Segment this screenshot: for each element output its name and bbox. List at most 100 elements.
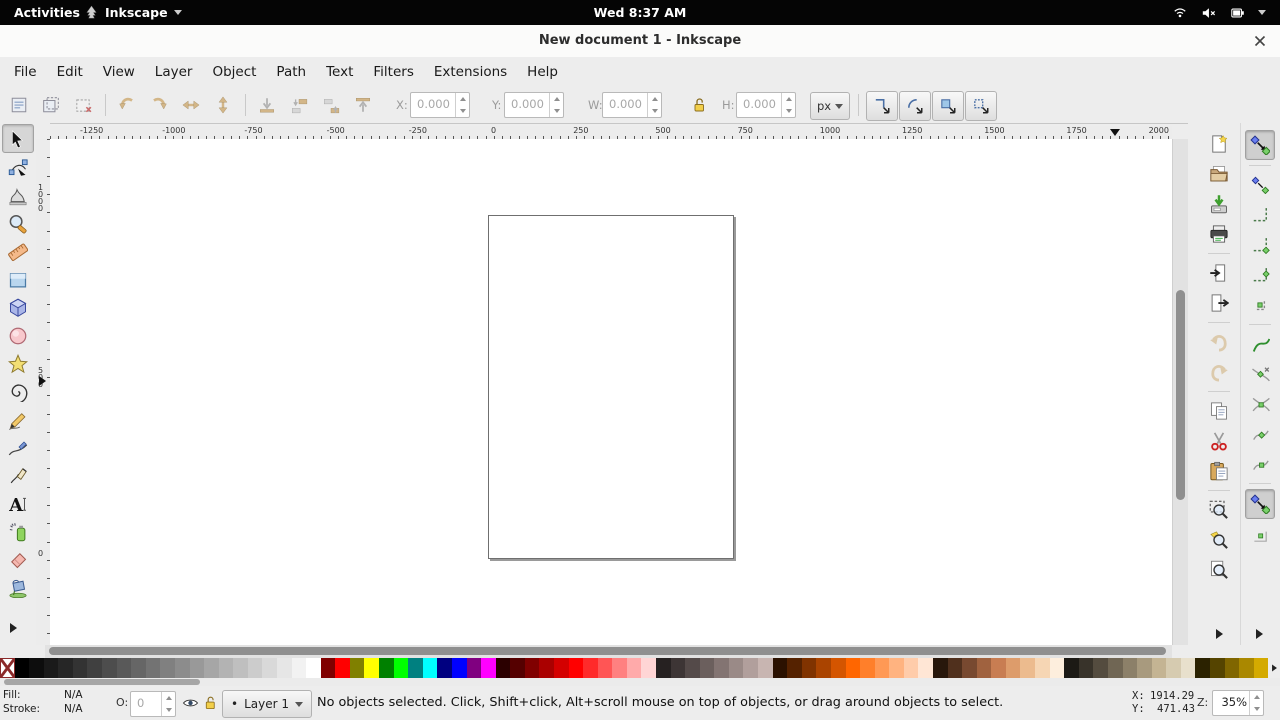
- palette-swatch[interactable]: [729, 658, 744, 678]
- palette-swatch[interactable]: [160, 658, 175, 678]
- snap-bbox-centers-button[interactable]: [1246, 291, 1274, 319]
- palette-swatch[interactable]: [1064, 658, 1079, 678]
- palette-swatch[interactable]: [875, 658, 890, 678]
- layer-lock-icon[interactable]: [203, 695, 218, 711]
- palette-swatch[interactable]: [510, 658, 525, 678]
- palette-swatch[interactable]: [73, 658, 88, 678]
- document-open-button[interactable]: [1205, 160, 1233, 188]
- affect-corners-toggle-button[interactable]: [899, 91, 931, 121]
- copy-button[interactable]: [1205, 397, 1233, 425]
- palette-swatch[interactable]: [889, 658, 904, 678]
- layer-selector-dropdown[interactable]: • Layer 1: [222, 690, 312, 718]
- opacity-spinner[interactable]: [161, 692, 175, 716]
- menu-extensions[interactable]: Extensions: [424, 57, 517, 88]
- palette-swatch[interactable]: [146, 658, 161, 678]
- tool-calligraphy-button[interactable]: [3, 462, 33, 489]
- zoom-page-button[interactable]: [1205, 556, 1233, 584]
- palette-swatch[interactable]: [598, 658, 613, 678]
- vertical-scrollbar[interactable]: [1172, 139, 1189, 645]
- import-button[interactable]: [1205, 259, 1233, 287]
- palette-swatch[interactable]: [554, 658, 569, 678]
- tool-spray-button[interactable]: [3, 518, 33, 545]
- spinner-buttons[interactable]: [455, 93, 469, 117]
- palette-swatch[interactable]: [190, 658, 205, 678]
- tool-measure-button[interactable]: [3, 238, 33, 265]
- horizontal-ruler[interactable]: -1250-1000-750-500-250025050075010001250…: [50, 126, 1172, 140]
- redo-button[interactable]: [1205, 358, 1233, 386]
- document-new-button[interactable]: [1205, 130, 1233, 158]
- document-save-button[interactable]: [1205, 190, 1233, 218]
- palette-swatch[interactable]: [583, 658, 598, 678]
- palette-swatch[interactable]: [467, 658, 482, 678]
- palette-swatch[interactable]: [350, 658, 365, 678]
- h-spinbox[interactable]: 0.000: [736, 92, 796, 118]
- palette-swatch[interactable]: [948, 658, 963, 678]
- palette-swatch[interactable]: [1137, 658, 1152, 678]
- palette-swatch[interactable]: [29, 658, 44, 678]
- palette-swatch[interactable]: [1152, 658, 1167, 678]
- tool-node-editor-button[interactable]: [3, 154, 33, 181]
- palette-swatch[interactable]: [904, 658, 919, 678]
- palette-swatch[interactable]: [700, 658, 715, 678]
- select-all-button[interactable]: [6, 92, 32, 118]
- palette-swatch[interactable]: [1254, 658, 1269, 678]
- snap-to-paths-button[interactable]: [1246, 360, 1274, 388]
- palette-swatch[interactable]: [1050, 658, 1065, 678]
- menu-layer[interactable]: Layer: [145, 57, 203, 88]
- palette-swatch[interactable]: [1239, 658, 1254, 678]
- palette-swatch[interactable]: [233, 658, 248, 678]
- unit-dropdown[interactable]: px: [810, 92, 850, 120]
- zoom-selection-button[interactable]: [1205, 496, 1233, 524]
- tool-rectangle-button[interactable]: [3, 266, 33, 293]
- palette-swatch[interactable]: [743, 658, 758, 678]
- palette-swatch[interactable]: [1181, 658, 1196, 678]
- palette-swatch[interactable]: [277, 658, 292, 678]
- clock[interactable]: Wed 8:37 AM: [594, 0, 687, 25]
- document-print-button[interactable]: [1205, 220, 1233, 248]
- affect-gradient-toggle-button[interactable]: [932, 91, 964, 121]
- snap-cusp-nodes-button[interactable]: [1246, 420, 1274, 448]
- menu-text[interactable]: Text: [316, 57, 363, 88]
- y-spinbox[interactable]: 0.000: [504, 92, 564, 118]
- rotate-ccw-button[interactable]: [114, 92, 140, 118]
- snap-smooth-nodes-button[interactable]: [1246, 450, 1274, 478]
- palette-swatch[interactable]: [204, 658, 219, 678]
- palette-swatch[interactable]: [262, 658, 277, 678]
- menu-edit[interactable]: Edit: [47, 57, 93, 88]
- palette-swatch[interactable]: [977, 658, 992, 678]
- palette-swatch[interactable]: [773, 658, 788, 678]
- lower-one-step-button[interactable]: [286, 92, 312, 118]
- palette-swatch[interactable]: [612, 658, 627, 678]
- palette-swatch[interactable]: [15, 658, 30, 678]
- palette-swatch[interactable]: [1006, 658, 1021, 678]
- palette-swatch[interactable]: [714, 658, 729, 678]
- palette-swatch[interactable]: [1035, 658, 1050, 678]
- palette-swatch[interactable]: [102, 658, 117, 678]
- tool-zoom-button[interactable]: [3, 210, 33, 237]
- raise-to-top-button[interactable]: [350, 92, 376, 118]
- palette-swatch[interactable]: [627, 658, 642, 678]
- palette-swatch[interactable]: [379, 658, 394, 678]
- fill-value[interactable]: N/A: [64, 689, 83, 701]
- palette-swatch[interactable]: [437, 658, 452, 678]
- palette-swatch[interactable]: [306, 658, 321, 678]
- palette-swatch[interactable]: [671, 658, 686, 678]
- vertical-ruler[interactable]: 10005000: [36, 139, 51, 645]
- palette-swatch[interactable]: [87, 658, 102, 678]
- export-button[interactable]: [1205, 289, 1233, 317]
- palette-swatch[interactable]: [452, 658, 467, 678]
- cmdcol-expander-button[interactable]: [1216, 629, 1223, 639]
- palette-swatch[interactable]: [394, 658, 409, 678]
- lower-to-bottom-button[interactable]: [254, 92, 280, 118]
- tool-spiral-button[interactable]: [3, 378, 33, 405]
- opacity-spinbox[interactable]: 0: [130, 691, 176, 717]
- snap-bbox-edges-button[interactable]: [1246, 201, 1274, 229]
- palette-swatch[interactable]: [1166, 658, 1181, 678]
- rotate-cw-button[interactable]: [146, 92, 172, 118]
- palette-swatch[interactable]: [1020, 658, 1035, 678]
- palette-swatch[interactable]: [758, 658, 773, 678]
- spinner-buttons[interactable]: [781, 93, 795, 117]
- flip-horizontal-button[interactable]: [178, 92, 204, 118]
- palette-swatch[interactable]: [641, 658, 656, 678]
- palette-swatch[interactable]: [321, 658, 336, 678]
